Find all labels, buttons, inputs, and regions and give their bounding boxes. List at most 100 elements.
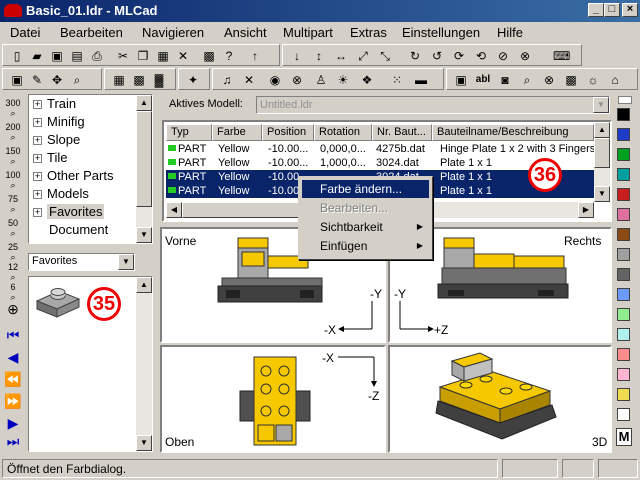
open-folder-icon[interactable]: ▰ — [29, 48, 45, 64]
plate-preview-icon[interactable] — [33, 283, 83, 321]
color-swatch[interactable] — [617, 248, 630, 261]
color-swatch[interactable] — [617, 348, 630, 361]
rewind-icon[interactable]: ⏪ — [3, 372, 23, 394]
rotate-reset-icon[interactable]: ⊘ — [495, 48, 511, 64]
viewport-3d[interactable]: 3D — [388, 345, 612, 453]
fav-scroll-down-button[interactable]: ▼ — [136, 435, 152, 451]
zoom-25-icon[interactable]: 25 ⌕ — [3, 242, 23, 262]
color-swatch[interactable] — [617, 128, 630, 141]
viewport-top[interactable]: Oben -X -Z — [160, 345, 386, 453]
list-scroll-down-button[interactable]: ▼ — [594, 186, 610, 202]
toolbox-icon[interactable]: ▣ — [9, 72, 25, 88]
color-swatch[interactable] — [617, 388, 630, 401]
menu-item-visibility[interactable]: Sichtbarkeit ▶ — [302, 218, 429, 236]
move-z-icon[interactable]: ⤢ — [355, 48, 371, 64]
color-swatch[interactable] — [617, 308, 630, 321]
list-hscroll-thumb[interactable] — [182, 202, 302, 218]
rotate-y-icon[interactable]: ↺ — [429, 48, 445, 64]
col-farbe[interactable]: Farbe — [212, 124, 262, 141]
app-icon[interactable] — [4, 4, 22, 17]
list-scroll-left-button[interactable]: ◀ — [166, 202, 182, 218]
maximize-button[interactable]: □ — [604, 3, 620, 17]
move-down-icon[interactable]: ↓ — [289, 48, 305, 64]
move-diag-icon[interactable]: ⤡ — [377, 48, 393, 64]
close-button[interactable]: × — [622, 3, 638, 17]
grid-dots-icon[interactable]: ⁙ — [389, 72, 405, 88]
col-nr[interactable]: Nr. Baut... — [372, 124, 432, 141]
favorites-preview[interactable]: 35 ▲ ▼ — [28, 276, 153, 452]
more-colors-button[interactable]: M — [616, 428, 632, 446]
zoom-300-icon[interactable]: 300 ⌕ — [3, 98, 23, 118]
tree-item-document[interactable]: Document — [49, 222, 108, 237]
menu-datei[interactable]: Datei — [10, 25, 40, 40]
list-scroll-up-button[interactable]: ▲ — [594, 122, 610, 138]
tree-item-favorites[interactable]: + Favorites — [33, 204, 105, 219]
copy-icon[interactable]: ❐ — [135, 48, 151, 64]
fav-scroll-up-button[interactable]: ▲ — [136, 277, 152, 293]
save-all-icon[interactable]: ▤ — [69, 48, 85, 64]
menu-ansicht[interactable]: Ansicht — [224, 25, 267, 40]
color-swatch[interactable] — [617, 288, 630, 301]
first-step-icon[interactable]: ⏮ — [3, 328, 23, 350]
cut-icon[interactable]: ✂ — [115, 48, 131, 64]
menu-navigieren[interactable]: Navigieren — [142, 25, 204, 40]
camera-icon[interactable]: ◙ — [497, 72, 513, 88]
properties-icon[interactable]: ▩ — [201, 48, 217, 64]
keyboard-icon[interactable]: ⌨ — [553, 48, 570, 64]
home-icon[interactable]: ⌂ — [607, 72, 623, 88]
color-swatch[interactable] — [617, 368, 630, 381]
shield-icon[interactable]: ❖ — [359, 72, 375, 88]
tree-item-slope[interactable]: + Slope — [33, 132, 80, 147]
rotate-x-icon[interactable]: ↻ — [407, 48, 423, 64]
grid-fine-icon[interactable]: ▓ — [151, 72, 167, 88]
rotate-free-icon[interactable]: ⊗ — [517, 48, 533, 64]
fast-forward-icon[interactable]: ⏩ — [3, 394, 23, 416]
menu-hilfe[interactable]: Hilfe — [497, 25, 523, 40]
move-x-icon[interactable]: ↔ — [333, 48, 349, 64]
bell-icon[interactable]: ♫ — [219, 72, 235, 88]
zoom-150-icon[interactable]: 150 ⌕ — [3, 146, 23, 166]
zoom-100-icon[interactable]: 100 ⌕ — [3, 170, 23, 190]
clear-icon[interactable]: ✕ — [241, 72, 257, 88]
tree-item-tile[interactable]: + Tile — [33, 150, 67, 165]
color-swatch[interactable] — [617, 168, 630, 181]
minifig-icon[interactable]: ♙ — [313, 72, 329, 88]
minimize-button[interactable]: _ — [588, 3, 604, 17]
menu-einstellungen[interactable]: Einstellungen — [402, 25, 480, 40]
col-typ[interactable]: Typ — [166, 124, 212, 141]
menu-bearbeiten[interactable]: Bearbeiten — [60, 25, 123, 40]
save-icon[interactable]: ▣ — [49, 48, 65, 64]
color-swatch[interactable] — [617, 228, 630, 241]
tree-item-other-parts[interactable]: + Other Parts — [33, 168, 113, 183]
col-desc[interactable]: Bauteilname/Beschreibung — [432, 124, 594, 141]
rotate-neg-icon[interactable]: ⟲ — [473, 48, 489, 64]
stop-icon[interactable]: ⊗ — [289, 72, 305, 88]
scroll-down-button[interactable]: ▼ — [136, 227, 152, 243]
pause-icon[interactable]: ◉ — [267, 72, 283, 88]
color-swatch[interactable] — [617, 208, 630, 221]
lamp-icon[interactable]: ☀ — [335, 72, 351, 88]
edit-pencil-icon[interactable]: ✎ — [29, 72, 45, 88]
search-part-icon[interactable]: ⌕ — [519, 72, 535, 88]
color-swatch[interactable] — [617, 328, 630, 341]
delete-icon[interactable]: ✕ — [175, 48, 191, 64]
move-up-icon[interactable]: ↑ — [247, 48, 263, 64]
color-swatch[interactable] — [617, 108, 630, 121]
sun-brick-icon[interactable]: ☼ — [585, 72, 601, 88]
color-swatch[interactable] — [617, 408, 630, 421]
tree-item-minifig[interactable]: + Minifig — [33, 114, 85, 129]
new-file-icon[interactable]: ▯ — [9, 48, 25, 64]
zoom-fit-icon[interactable]: ⊕ — [3, 302, 23, 324]
print-icon[interactable]: ⎙ — [89, 48, 105, 64]
zoom-75-icon[interactable]: 75 ⌕ — [3, 194, 23, 214]
tree-item-models[interactable]: + Models — [33, 186, 89, 201]
chevron-down-icon[interactable]: ▼ — [118, 254, 134, 270]
prev-step-icon[interactable]: ◀ — [3, 350, 23, 372]
brick-icon[interactable]: ▬ — [413, 72, 429, 88]
help-pointer-icon[interactable]: ? — [221, 48, 237, 64]
active-model-select[interactable]: Untitled.ldr ▼ — [256, 96, 610, 114]
col-rotation[interactable]: Rotation — [314, 124, 372, 141]
abl-icon[interactable]: abl — [475, 72, 491, 88]
tree-item-train[interactable]: + Train — [33, 96, 76, 111]
list-scroll-thumb[interactable] — [594, 138, 610, 168]
